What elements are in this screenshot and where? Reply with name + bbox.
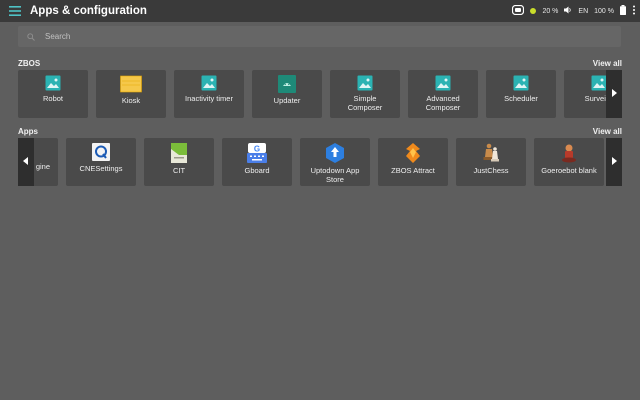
apps-scroll-right-button[interactable] bbox=[606, 138, 622, 186]
android-icon bbox=[278, 75, 296, 93]
tile-label: ZBOS Attract bbox=[391, 166, 435, 175]
page-title: Apps & configuration bbox=[30, 5, 147, 17]
more-options-icon[interactable] bbox=[632, 5, 636, 17]
tile-label: Kiosk bbox=[121, 96, 141, 105]
tile-label: Inactivity timer bbox=[185, 94, 233, 103]
tile-simple-composer[interactable]: Simple Composer bbox=[330, 70, 400, 118]
battery-icon bbox=[620, 5, 626, 17]
tile-updater[interactable]: Updater bbox=[252, 70, 322, 118]
chevron-right-icon bbox=[611, 89, 617, 99]
image-icon bbox=[357, 75, 373, 91]
image-icon bbox=[201, 75, 217, 91]
tile-kiosk[interactable]: Kiosk bbox=[96, 70, 166, 118]
tile-justchess[interactable]: JustChess bbox=[456, 138, 526, 186]
tile-label: Robot bbox=[42, 94, 63, 103]
chess-icon bbox=[482, 143, 500, 163]
tile-zbos-attract[interactable]: ZBOS Attract bbox=[378, 138, 448, 186]
volume-icon[interactable] bbox=[564, 6, 572, 16]
search-input[interactable] bbox=[45, 32, 605, 41]
tile-goeroebot-blank[interactable]: Goeroebot blank bbox=[534, 138, 604, 186]
battery-percent-text: 100 % bbox=[594, 7, 614, 15]
tile-label: Goeroebot blank bbox=[541, 166, 597, 175]
flame-icon bbox=[403, 143, 423, 163]
q-app-icon bbox=[92, 143, 110, 161]
tile-label: Uptodown App Store bbox=[310, 166, 360, 184]
tile-label: Updater bbox=[273, 96, 301, 105]
folder-icon bbox=[120, 75, 142, 93]
tile-gboard[interactable]: G Gboard bbox=[222, 138, 292, 186]
tile-label: Gboard bbox=[244, 166, 270, 175]
tile-label: JustChess bbox=[473, 166, 509, 175]
app-bar: Apps & configuration 20 % EN 100 % bbox=[0, 0, 640, 22]
tile-uptodown-app-store[interactable]: Uptodown App Store bbox=[300, 138, 370, 186]
zbos-view-all-link[interactable]: View all bbox=[593, 59, 622, 68]
hamburger-menu-icon[interactable] bbox=[0, 0, 30, 22]
tile-advanced-composer[interactable]: Advanced Composer bbox=[408, 70, 478, 118]
tile-inactivity-timer[interactable]: Inactivity timer bbox=[174, 70, 244, 118]
cit-icon bbox=[170, 143, 188, 163]
battery-level-text: 20 % bbox=[542, 7, 559, 15]
svg-text:G: G bbox=[254, 145, 260, 154]
tile-robot[interactable]: Robot bbox=[18, 70, 88, 118]
chevron-left-icon bbox=[23, 157, 29, 167]
image-icon bbox=[513, 75, 529, 91]
robot-icon bbox=[560, 143, 578, 163]
image-icon bbox=[45, 75, 61, 91]
tile-label: Advanced Composer bbox=[425, 94, 461, 112]
tile-label: Scheduler bbox=[504, 94, 538, 103]
tile-cnesettings[interactable]: CNESettings bbox=[66, 138, 136, 186]
apps-row: gine CNESettings CIT G Gboard Uptodown A… bbox=[18, 138, 622, 186]
zbos-row: Robot Kiosk Inactivity timer Updater Sim… bbox=[18, 70, 622, 118]
face-robot-icon bbox=[512, 4, 525, 17]
tile-label: Simple Composer bbox=[347, 94, 383, 112]
gboard-icon: G bbox=[247, 143, 267, 163]
tile-scheduler[interactable]: Scheduler bbox=[486, 70, 556, 118]
apps-section-label: Apps bbox=[18, 127, 38, 136]
tile-cit[interactable]: CIT bbox=[144, 138, 214, 186]
tile-label: CIT bbox=[172, 166, 186, 175]
image-icon bbox=[591, 75, 607, 91]
apps-scroll-left-button[interactable] bbox=[18, 138, 34, 186]
tile-label: CNESettings bbox=[79, 164, 123, 173]
status-area: 20 % EN 100 % bbox=[512, 0, 636, 22]
language-text[interactable]: EN bbox=[578, 8, 588, 15]
chevron-right-icon bbox=[611, 157, 617, 167]
search-icon bbox=[27, 32, 35, 41]
status-dot-icon bbox=[530, 8, 537, 14]
zbos-scroll-right-button[interactable] bbox=[606, 70, 622, 118]
search-bar[interactable] bbox=[18, 26, 621, 47]
apps-view-all-link[interactable]: View all bbox=[593, 127, 622, 136]
image-icon bbox=[435, 75, 451, 91]
uptodown-icon bbox=[325, 143, 345, 163]
zbos-section-label: ZBOS bbox=[18, 59, 41, 68]
